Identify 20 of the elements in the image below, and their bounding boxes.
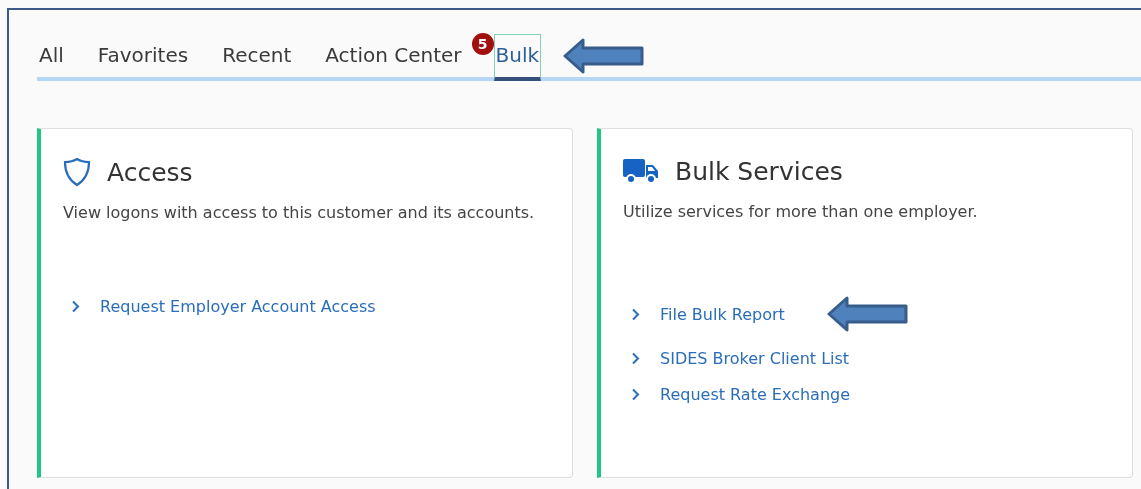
link[interactable]: File Bulk Report xyxy=(660,304,785,324)
chevron-icon xyxy=(631,388,640,401)
tab[interactable]: Favorites xyxy=(95,34,191,81)
link[interactable]: Request Employer Account Access xyxy=(100,297,376,316)
tab[interactable]: Recent xyxy=(220,34,294,81)
shield-icon xyxy=(63,157,91,187)
card-title: Access xyxy=(107,157,193,187)
tab[interactable]: Bulk xyxy=(493,34,542,81)
card-title: Bulk Services xyxy=(675,157,843,186)
link[interactable]: SIDES Broker Client List xyxy=(660,349,850,368)
chevron-icon xyxy=(71,300,80,313)
link[interactable]: Request Rate Exchange xyxy=(660,385,851,404)
tab[interactable]: All xyxy=(37,34,66,81)
chevron-icon xyxy=(631,352,640,365)
tab[interactable]: Action Center xyxy=(323,34,464,81)
notification-badge: 5 xyxy=(471,33,494,55)
chevron-icon xyxy=(631,307,640,321)
card-description: Utilize services for more than one employer. xyxy=(623,202,979,221)
truck-icon xyxy=(623,158,659,185)
card-description: View logons with access to this customer and its accounts. xyxy=(63,203,536,222)
